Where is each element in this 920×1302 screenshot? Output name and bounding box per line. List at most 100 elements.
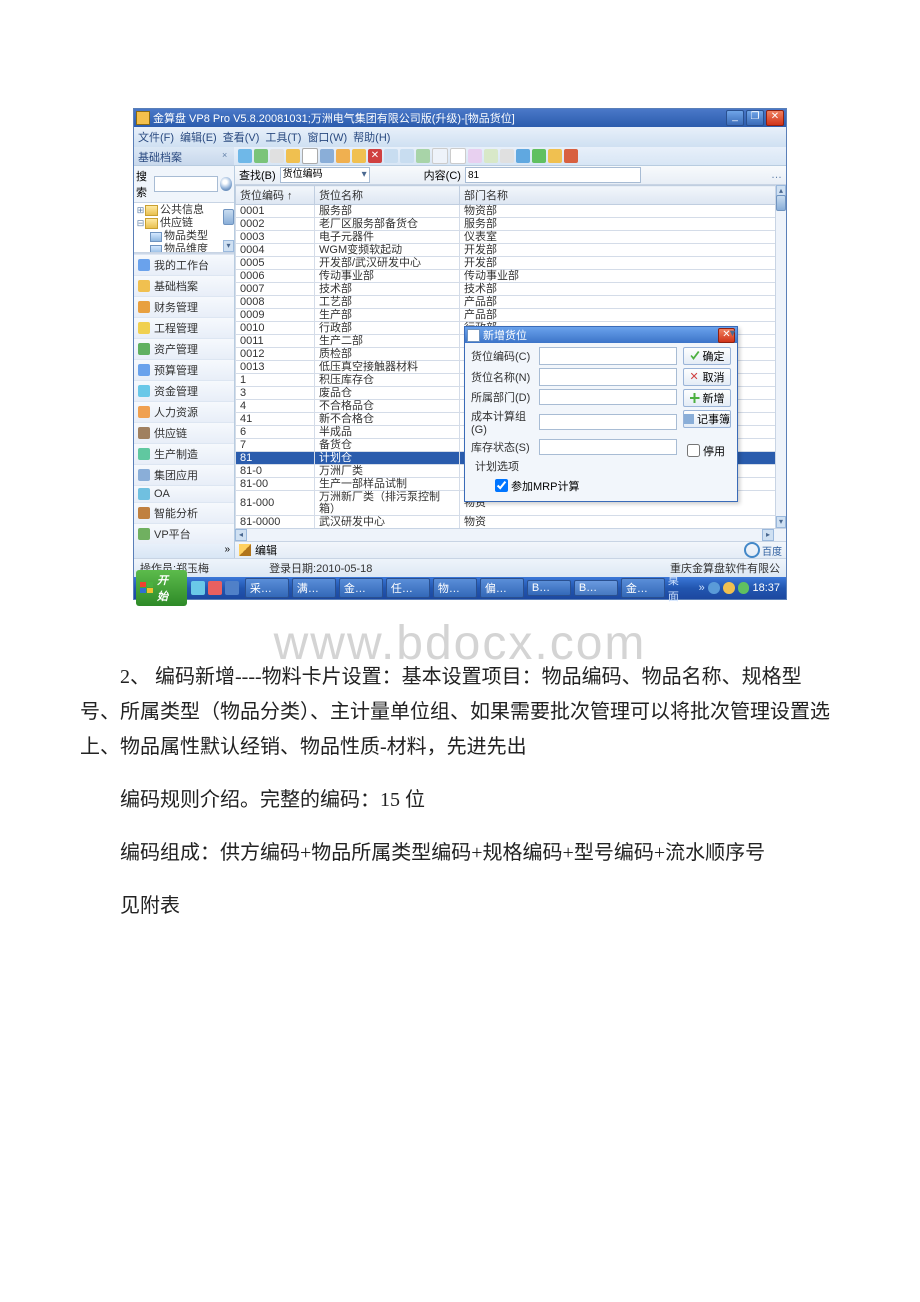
toolbar-icon[interactable] xyxy=(484,149,498,163)
dialog-notepad-button[interactable]: 记事簿 xyxy=(683,410,731,428)
table-row[interactable]: 0005开发部/武汉研发中心开发部 xyxy=(236,257,786,270)
table-row[interactable]: 0002老厂区服务部备货仓服务部 xyxy=(236,218,786,231)
taskbar-item[interactable]: 偏… xyxy=(480,578,524,598)
taskbar-item[interactable]: 采… xyxy=(245,578,289,598)
toolbar-icon[interactable] xyxy=(320,149,334,163)
tray-more-icon[interactable]: » xyxy=(699,582,705,594)
quicklaunch-icon[interactable] xyxy=(191,581,205,595)
tree-item[interactable]: 公共信息 xyxy=(160,204,204,217)
search-icon[interactable] xyxy=(220,177,232,191)
taskbar-item[interactable]: 满… xyxy=(292,578,336,598)
mrp-checkbox[interactable] xyxy=(495,479,508,492)
table-row[interactable]: 0007技术部技术部 xyxy=(236,283,786,296)
field-code-input[interactable] xyxy=(539,347,677,365)
toolbar-icon[interactable] xyxy=(532,149,546,163)
toolbar-icon[interactable] xyxy=(254,149,268,163)
baidu-search[interactable]: 百度 xyxy=(744,542,782,558)
dialog-new-button[interactable]: 新增 xyxy=(683,389,731,407)
field-store-combo[interactable] xyxy=(539,439,677,455)
toolbar-icon[interactable] xyxy=(270,149,284,163)
scroll-down-icon[interactable]: ▾ xyxy=(776,516,786,528)
window-close-button[interactable]: ✕ xyxy=(766,110,784,126)
dialog-ok-button[interactable]: 确定 xyxy=(683,347,731,365)
tree-item[interactable]: 物品维度 xyxy=(164,243,208,253)
window-maximize-button[interactable]: ❐ xyxy=(746,110,764,126)
toolbar-icon[interactable] xyxy=(238,149,252,163)
field-dept-combo[interactable] xyxy=(539,389,677,405)
toolbar-icon[interactable] xyxy=(336,149,350,163)
table-row[interactable]: 0001服务部物资部 xyxy=(236,205,786,218)
menu-view[interactable]: 查看(V) xyxy=(223,129,260,145)
scroll-thumb[interactable] xyxy=(776,195,786,211)
scroll-left-icon[interactable]: ◂ xyxy=(235,529,247,541)
find-field-combo[interactable]: 货位编码 xyxy=(280,167,370,183)
toolbar-icon[interactable] xyxy=(468,149,482,163)
table-row[interactable]: 0009生产部产品部 xyxy=(236,309,786,322)
tree-scrollbar-down[interactable]: ▾ xyxy=(223,240,234,252)
query-more-icon[interactable]: … xyxy=(771,169,782,181)
tray-icon[interactable] xyxy=(708,582,720,594)
menu-edit[interactable]: 编辑(E) xyxy=(180,129,217,145)
delete-icon[interactable]: ✕ xyxy=(368,149,382,163)
toolbar-icon[interactable] xyxy=(516,149,530,163)
toolbar-icon[interactable] xyxy=(432,148,448,164)
taskbar-item[interactable]: B… xyxy=(527,580,571,596)
taskbar-item[interactable]: 金… xyxy=(339,578,383,598)
content-input[interactable] xyxy=(465,167,641,183)
scroll-right-icon[interactable]: ▸ xyxy=(762,529,774,541)
grid-vscrollbar[interactable]: ▴ ▾ xyxy=(775,185,786,528)
grid-col-name[interactable]: 货位名称 xyxy=(315,186,460,205)
table-row[interactable]: 0006传动事业部传动事业部 xyxy=(236,270,786,283)
field-cost-combo[interactable] xyxy=(539,414,677,430)
window-minimize-button[interactable]: _ xyxy=(726,110,744,126)
table-row[interactable]: 0008工艺部产品部 xyxy=(236,296,786,309)
menu-window[interactable]: 窗口(W) xyxy=(307,129,347,145)
menu-help[interactable]: 帮助(H) xyxy=(353,129,390,145)
nav-basic-archive[interactable]: 基础档案 xyxy=(134,275,234,296)
table-row[interactable]: 0004WGM变频软起动开发部 xyxy=(236,244,786,257)
table-row[interactable]: 81-0000武汉研发中心物资 xyxy=(236,516,786,529)
nav-project[interactable]: 工程管理 xyxy=(134,317,234,338)
toolbar-icon[interactable] xyxy=(286,149,300,163)
nav-expand-button[interactable]: » xyxy=(134,544,234,558)
nav-supplychain[interactable]: 供应链 xyxy=(134,422,234,443)
taskbar-folder[interactable]: B… xyxy=(574,580,618,596)
nav-vp-platform[interactable]: VP平台 xyxy=(134,523,234,544)
tree-scrollbar-thumb[interactable] xyxy=(223,209,234,225)
toolbar-icon[interactable] xyxy=(450,148,466,164)
quicklaunch-icon[interactable] xyxy=(208,581,222,595)
dialog-cancel-button[interactable]: ✕取消 xyxy=(683,368,731,386)
search-input[interactable] xyxy=(154,176,218,192)
left-pane-tab[interactable]: 基础档案 × xyxy=(134,147,234,165)
nav-hr[interactable]: 人力资源 xyxy=(134,401,234,422)
grid-col-code[interactable]: 货位编码 ↑ xyxy=(236,186,315,205)
taskbar-item[interactable]: 金… xyxy=(621,578,665,598)
toolbar-icon[interactable] xyxy=(548,149,562,163)
toolbar-icon[interactable] xyxy=(302,148,318,164)
nav-fund[interactable]: 资金管理 xyxy=(134,380,234,401)
nav-oa[interactable]: OA xyxy=(134,485,234,502)
show-desktop[interactable]: 桌面 xyxy=(668,572,690,604)
nav-bi[interactable]: 智能分析 xyxy=(134,502,234,523)
tray-icon[interactable] xyxy=(723,582,735,594)
taskbar-item[interactable]: 任… xyxy=(386,578,430,598)
nav-asset[interactable]: 资产管理 xyxy=(134,338,234,359)
nav-group-app[interactable]: 集团应用 xyxy=(134,464,234,485)
nav-budget[interactable]: 预算管理 xyxy=(134,359,234,380)
toolbar-icon[interactable] xyxy=(564,149,578,163)
nav-production[interactable]: 生产制造 xyxy=(134,443,234,464)
start-button[interactable]: 开始 xyxy=(136,570,187,606)
toolbar-icon[interactable] xyxy=(352,149,366,163)
toolbar-icon[interactable] xyxy=(500,149,514,163)
nav-my-workbench[interactable]: 我的工作台 xyxy=(134,254,234,275)
menu-tool[interactable]: 工具(T) xyxy=(265,129,301,145)
toolbar-icon[interactable] xyxy=(384,149,398,163)
disable-checkbox[interactable] xyxy=(687,444,700,457)
tree-item[interactable]: 物品类型 xyxy=(164,230,208,243)
grid-col-dept[interactable]: 部门名称 xyxy=(460,186,786,205)
left-pane-tab-close-icon[interactable]: × xyxy=(222,150,232,160)
field-name-input[interactable] xyxy=(539,368,677,386)
toolbar-icon[interactable] xyxy=(400,149,414,163)
toolbar-icon[interactable] xyxy=(416,149,430,163)
tray-icon[interactable] xyxy=(738,582,750,594)
